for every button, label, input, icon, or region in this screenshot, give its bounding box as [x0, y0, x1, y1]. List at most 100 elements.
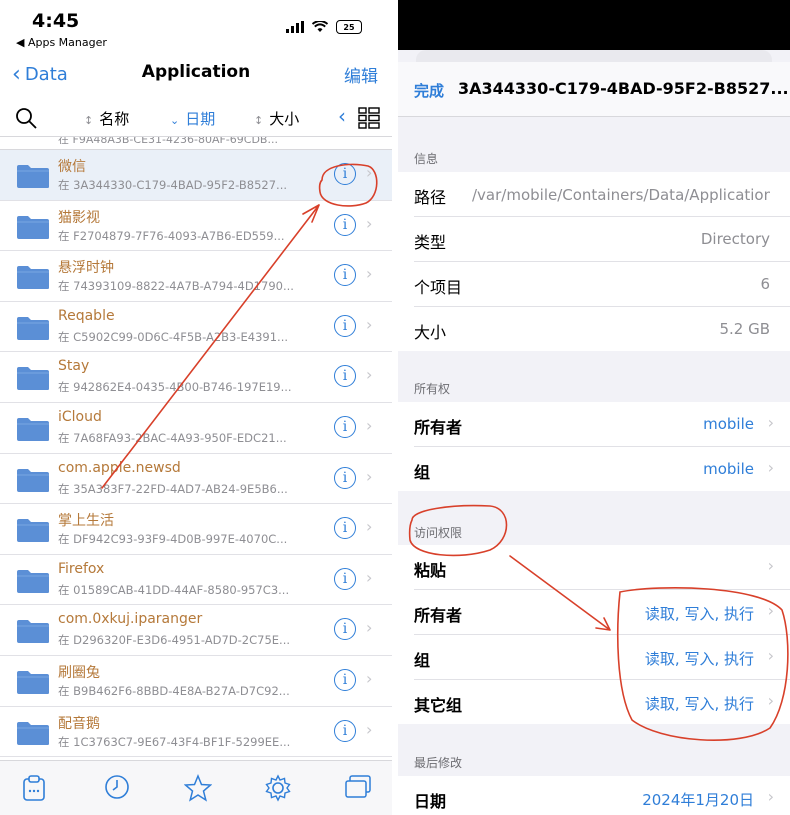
- item-name: Reqable: [58, 307, 115, 324]
- owner-row[interactable]: 所有者 mobile ›: [414, 402, 790, 447]
- modified-group: 日期 2024年1月20日 ›: [398, 776, 790, 815]
- chevron-right-icon: ›: [366, 163, 373, 182]
- owner-key: 所有者: [414, 418, 463, 437]
- list-item[interactable]: 配音鹅在 1C3763C7-9E67-43F4-BF1F-5299EE... i ›: [0, 707, 392, 758]
- section-label-ownership: 所有权: [414, 382, 451, 396]
- chevron-right-icon: ›: [366, 314, 373, 334]
- star-icon[interactable]: [184, 774, 212, 802]
- item-name: Firefox: [58, 560, 105, 577]
- item-path: 在 1C3763C7-9E67-43F4-BF1F-5299EE...: [58, 734, 291, 749]
- list-item[interactable]: com.0xkuj.iparanger 在 D296320F-E3D6-4951-…: [0, 605, 392, 656]
- list-item[interactable]: 掌上生活在 DF942C93-93F9-4D0B-997E-4070C... i ›: [0, 504, 392, 555]
- folder-icon: [16, 315, 50, 345]
- permissions-group: 粘贴 › 所有者 读取, 写入, 执行 › 组 读取, 写入, 执行 › 其它组…: [398, 545, 790, 724]
- item-name: 刷圈兔: [58, 664, 100, 681]
- list-item[interactable]: com.apple.newsd 在 35A383F7-22FD-4AD7-AB24…: [0, 454, 392, 505]
- status-icons: 25: [286, 20, 362, 34]
- owner-permission-row[interactable]: 所有者 读取, 写入, 执行 ›: [414, 590, 790, 635]
- group-key: 组: [414, 463, 431, 482]
- other-permission-value: 读取, 写入, 执行: [644, 695, 754, 713]
- info-icon[interactable]: i: [334, 213, 356, 236]
- sheet-backdrop: [398, 0, 790, 50]
- item-name: iCloud: [58, 408, 102, 425]
- owner-permission-value: 读取, 写入, 执行: [644, 605, 754, 623]
- list-item[interactable]: 刷圈兔在 B9B462F6-8BBD-4E8A-B27A-D7C92... i ›: [0, 656, 392, 707]
- info-icon[interactable]: i: [334, 517, 356, 540]
- clipboard-icon[interactable]: [22, 774, 46, 802]
- type-row: 类型 Directory: [414, 217, 790, 262]
- chevron-right-icon: ›: [366, 517, 373, 537]
- group-row[interactable]: 组 mobile ›: [414, 447, 790, 491]
- search-icon[interactable]: [14, 106, 38, 130]
- info-icon[interactable]: i: [334, 264, 356, 287]
- list-item[interactable]: 猫影视在 F2704879-7F76-4093-A7B6-ED559... i ›: [0, 201, 392, 252]
- group-permission-row[interactable]: 组 读取, 写入, 执行 ›: [414, 635, 790, 680]
- item-name: 配音鹅: [58, 715, 100, 732]
- owner-permission-key: 所有者: [414, 606, 463, 625]
- list-item[interactable]: iCloud 在 7A68FA93-2BAC-4A93-950F-EDC21...…: [0, 403, 392, 454]
- gear-icon[interactable]: [264, 774, 292, 802]
- info-icon[interactable]: i: [334, 415, 356, 438]
- back-to-app-link[interactable]: ◀ Apps Manager: [16, 36, 107, 49]
- chevron-right-icon: ›: [366, 264, 373, 284]
- list-item[interactable]: Reqable 在 C5902C99-0D6C-4F5B-A2B3-E4391..…: [0, 302, 392, 353]
- chevron-left-icon[interactable]: ‹: [338, 104, 346, 128]
- item-path: 在 D296320F-E3D6-4951-AD7D-2C75E...: [58, 633, 290, 648]
- item-name: 猫影视: [58, 209, 100, 226]
- section-label-modified: 最后修改: [414, 756, 463, 770]
- list-item[interactable]: Stay 在 942862E4-0435-4B00-B746-197E19... i…: [0, 352, 392, 403]
- sort-arrows-icon: ↕: [254, 114, 264, 127]
- info-icon[interactable]: i: [334, 163, 356, 185]
- sheet-header: 完成 3A344330-C179-4BAD-95F2-B8527...: [398, 62, 790, 117]
- sticky-row[interactable]: 粘贴 ›: [414, 545, 790, 590]
- folder-icon: [16, 416, 50, 446]
- file-browser-panel: 4:45 ◀ Apps Manager 25 ‹ Data Applicatio…: [0, 0, 392, 815]
- chevron-right-icon: ›: [767, 413, 774, 432]
- folder-icon: [16, 669, 50, 699]
- info-icon[interactable]: i: [334, 567, 356, 590]
- item-name: 微信: [58, 159, 86, 175]
- list-item[interactable]: 微信在 3A344330-C179-4BAD-95F2-B8527... i ›: [0, 150, 392, 201]
- edit-button[interactable]: 编辑: [344, 62, 378, 87]
- sort-arrows-icon: ↕: [84, 114, 94, 127]
- folder-icon: [16, 365, 50, 395]
- info-icon[interactable]: i: [334, 466, 356, 489]
- sort-by-name[interactable]: ↕ 名称: [84, 108, 129, 129]
- path-key: 路径: [414, 188, 447, 207]
- item-name: 悬浮时钟: [58, 260, 114, 277]
- chevron-right-icon: ›: [366, 213, 373, 233]
- date-row[interactable]: 日期 2024年1月20日 ›: [414, 776, 790, 815]
- info-icon[interactable]: i: [334, 668, 356, 691]
- folder-icon: [16, 568, 50, 598]
- folder-icon: [16, 264, 50, 294]
- chevron-right-icon: ›: [366, 365, 373, 385]
- list-item[interactable]: 悬浮时钟在 74393109-8822-4A7B-A794-4D1790... i…: [0, 251, 392, 302]
- sheet-stack-edge: [416, 50, 772, 62]
- chevron-right-icon: ›: [366, 466, 373, 486]
- other-permission-row[interactable]: 其它组 读取, 写入, 执行 ›: [414, 680, 790, 724]
- section-label-permissions: 访问权限: [414, 526, 463, 540]
- item-path: 在 35A383F7-22FD-4AD7-AB24-9E5B6...: [58, 481, 288, 496]
- folder-icon: [16, 618, 50, 648]
- info-icon[interactable]: i: [334, 618, 356, 641]
- windows-icon[interactable]: [344, 774, 372, 800]
- sort-by-date[interactable]: ⌄ 日期: [170, 108, 215, 129]
- item-path: 在 942862E4-0435-4B00-B746-197E19...: [58, 380, 292, 395]
- items-key: 个项目: [414, 278, 463, 297]
- folder-icon: [16, 467, 50, 497]
- group-permission-key: 组: [414, 651, 431, 670]
- done-button[interactable]: 完成: [414, 80, 444, 101]
- chevron-right-icon: ›: [366, 668, 373, 688]
- info-icon[interactable]: i: [334, 365, 356, 388]
- info-icon[interactable]: i: [334, 314, 356, 337]
- clock-icon[interactable]: [104, 774, 130, 800]
- list-item-partial[interactable]: 在 F9A48A3B-CE31-4236-80AF-69CDB...: [0, 137, 392, 150]
- info-icon[interactable]: i: [334, 719, 356, 742]
- list-item[interactable]: Firefox 在 01589CAB-41DD-44AF-8580-957C3..…: [0, 555, 392, 606]
- date-key: 日期: [414, 792, 447, 811]
- sheet-title: 3A344330-C179-4BAD-95F2-B8527...: [458, 79, 789, 98]
- sort-by-size[interactable]: ↕ 大小: [254, 108, 299, 129]
- list-layout-icon[interactable]: [358, 107, 380, 129]
- sticky-key: 粘贴: [414, 561, 447, 580]
- group-permission-value: 读取, 写入, 执行: [644, 650, 754, 668]
